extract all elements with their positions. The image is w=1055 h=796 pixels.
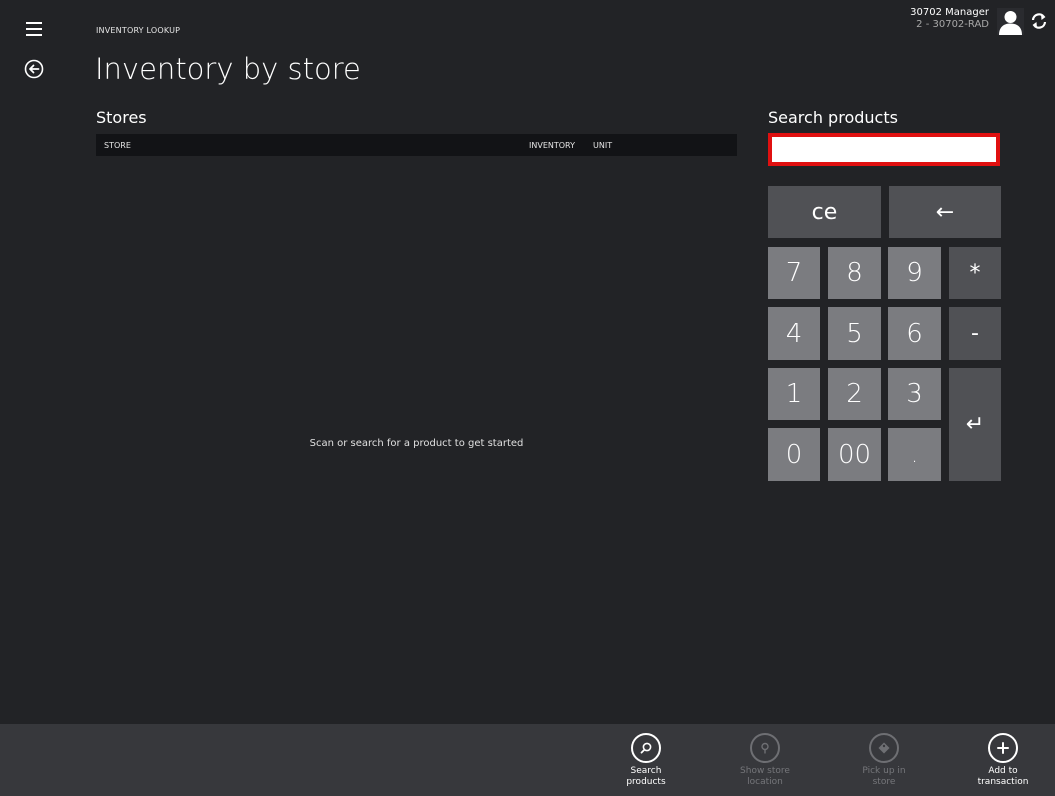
show-store-location-button[interactable]: Show store location — [735, 733, 795, 788]
key-9[interactable]: 9 — [888, 247, 941, 299]
add-to-transaction-label: Add to transaction — [977, 766, 1029, 787]
enter-button[interactable]: ↵ — [949, 368, 1001, 481]
key-decimal[interactable]: . — [888, 428, 941, 481]
key-8[interactable]: 8 — [828, 247, 881, 299]
search-products-input[interactable] — [768, 133, 1000, 166]
key-00[interactable]: 00 — [828, 428, 881, 481]
search-icon — [631, 733, 661, 763]
column-header-store[interactable]: STORE — [104, 141, 131, 150]
back-arrow-icon[interactable] — [24, 59, 44, 79]
show-store-location-label: Show store location — [740, 766, 790, 787]
key-3[interactable]: 3 — [888, 368, 941, 420]
backspace-button[interactable]: ← — [889, 186, 1001, 238]
column-header-unit[interactable]: UNIT — [593, 141, 612, 150]
add-to-transaction-button[interactable]: Add to transaction — [973, 733, 1033, 788]
key-5[interactable]: 5 — [828, 307, 881, 360]
add-icon — [988, 733, 1018, 763]
hamburger-menu-icon[interactable] — [26, 22, 42, 36]
key-minus[interactable]: - — [949, 307, 1001, 360]
key-2[interactable]: 2 — [828, 368, 881, 420]
key-6[interactable]: 6 — [888, 307, 941, 360]
clear-entry-button[interactable]: ce — [768, 186, 881, 238]
page-title: Inventory by store — [95, 52, 361, 86]
column-header-inventory[interactable]: INVENTORY — [529, 141, 575, 150]
key-7[interactable]: 7 — [768, 247, 820, 299]
user-info[interactable]: 30702 Manager 2 - 30702-RAD — [910, 7, 989, 31]
sync-icon[interactable] — [1030, 12, 1048, 30]
key-multiply[interactable]: * — [949, 247, 1001, 299]
stores-table-header: STORE INVENTORY UNIT — [96, 134, 737, 156]
search-products-label: Search products — [626, 766, 666, 787]
location-pin-icon — [750, 733, 780, 763]
user-avatar-icon[interactable] — [997, 8, 1024, 35]
search-products-button[interactable]: Search products — [616, 733, 676, 788]
empty-state-message: Scan or search for a product to get star… — [309, 438, 524, 449]
user-store: 2 - 30702-RAD — [916, 19, 989, 30]
search-title: Search products — [768, 108, 898, 127]
stores-title: Stores — [96, 108, 147, 127]
pick-up-in-store-label: Pick up in store — [862, 766, 906, 787]
left-rail — [0, 0, 80, 724]
key-1[interactable]: 1 — [768, 368, 820, 420]
user-name: 30702 Manager — [910, 7, 989, 18]
key-4[interactable]: 4 — [768, 307, 820, 360]
pick-up-in-store-button[interactable]: Pick up in store — [854, 733, 914, 788]
key-0[interactable]: 0 — [768, 428, 820, 481]
pick-up-tag-icon — [869, 733, 899, 763]
breadcrumb: INVENTORY LOOKUP — [96, 26, 181, 35]
